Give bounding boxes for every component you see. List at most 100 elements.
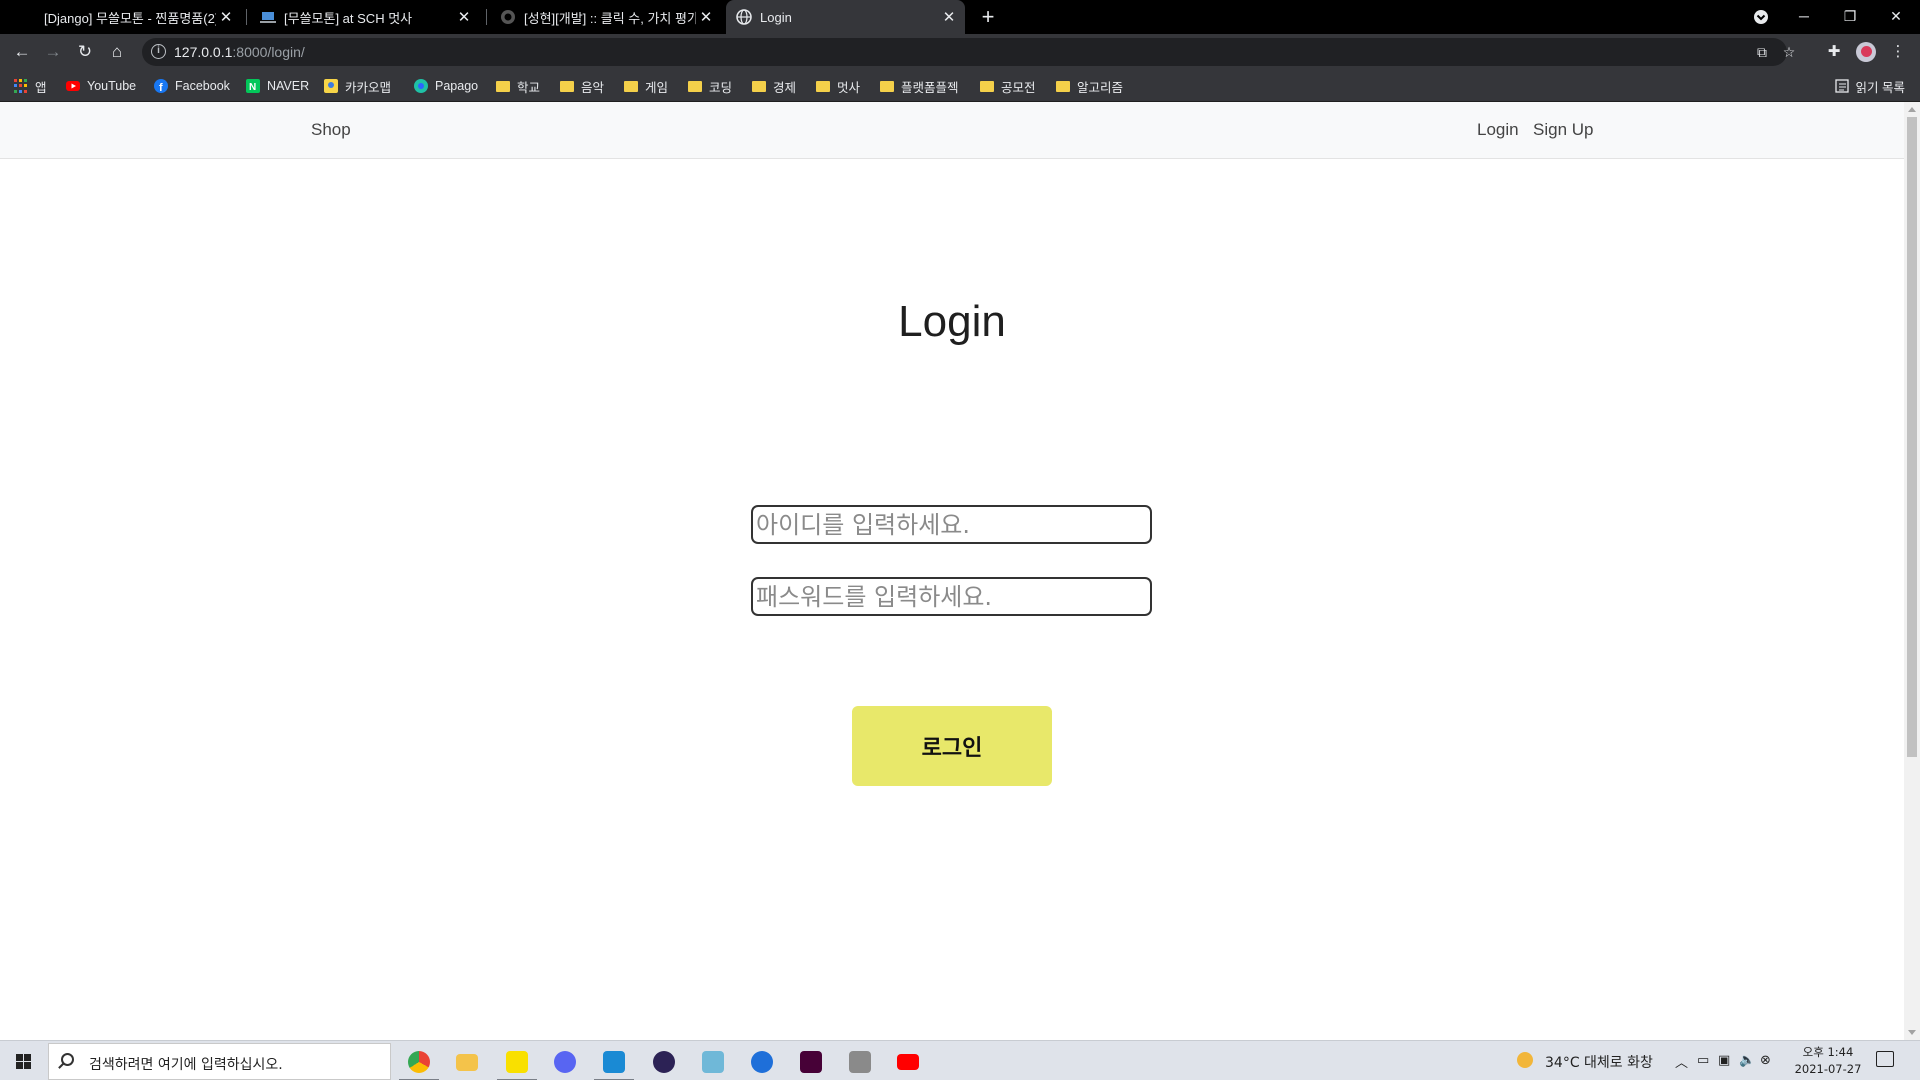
bookmark-label: 게임 — [645, 80, 669, 95]
close-tab-icon[interactable]: ✕ — [696, 8, 716, 26]
vertical-scrollbar[interactable] — [1904, 102, 1920, 1040]
no-connection-icon[interactable]: ⊗ — [1760, 1052, 1771, 1068]
bookmark-folder[interactable]: 경제 — [752, 70, 796, 102]
translate-icon[interactable]: ⧉ — [1753, 43, 1771, 61]
battery-icon[interactable]: ▭ — [1697, 1052, 1709, 1068]
bookmark-label: 공모전 — [1001, 80, 1036, 95]
close-tab-icon[interactable]: ✕ — [454, 8, 474, 26]
bookmark-folder[interactable]: 음악 — [560, 70, 604, 102]
url-text[interactable]: 127.0.0.1:8000/login/ — [174, 44, 305, 60]
notification-center-icon[interactable] — [1876, 1051, 1894, 1067]
taskbar-app-kakaotalk[interactable] — [493, 1041, 541, 1080]
bookmark-star-icon[interactable]: ☆ — [1780, 43, 1798, 61]
vscode-icon — [603, 1051, 625, 1073]
weather-sun-icon — [1517, 1052, 1533, 1068]
volume-icon[interactable]: 🔈 — [1739, 1052, 1755, 1068]
taskbar-app-explorer[interactable] — [443, 1041, 491, 1080]
taskbar-app-chrome[interactable] — [395, 1041, 443, 1080]
scroll-up-arrow-icon[interactable] — [1908, 107, 1916, 112]
nav-signup-link[interactable]: Sign Up — [1533, 120, 1593, 140]
folder-icon — [688, 81, 702, 92]
taskbar-app-youtube[interactable] — [884, 1041, 932, 1080]
weather-widget[interactable]: 34°C 대체로 화창 — [1545, 1052, 1653, 1072]
bookmark-folder[interactable]: 학교 — [496, 70, 540, 102]
browser-tab-strip: [Django] 무쓸모톤 - 찐품명품(2) ✕ [무쓸모톤] at SCH … — [0, 0, 1920, 34]
bookmark-papago[interactable]: Papago — [414, 70, 478, 102]
network-icon[interactable]: ▣ — [1718, 1052, 1730, 1068]
taskbar-search-box[interactable]: 검색하려면 여기에 입력하십시오. — [48, 1043, 391, 1080]
restore-window-button[interactable]: ❐ — [1827, 0, 1873, 34]
taskbar-app-eclipse[interactable] — [640, 1041, 688, 1080]
reload-button[interactable]: ↻ — [73, 40, 97, 64]
close-window-button[interactable]: ✕ — [1873, 0, 1919, 34]
bookmark-youtube[interactable]: YouTube — [66, 70, 136, 102]
bookmark-kakaomap[interactable]: 카카오맵 — [324, 70, 391, 102]
taskbar-app-unity[interactable] — [836, 1041, 884, 1080]
bookmark-folder[interactable]: 공모전 — [980, 70, 1036, 102]
papago-icon — [414, 79, 428, 93]
extensions-puzzle-icon[interactable]: ✚ — [1824, 42, 1844, 62]
show-hidden-icons-chevron-icon[interactable]: ︿ — [1675, 1052, 1688, 1071]
tab-search-button[interactable] — [1738, 0, 1784, 34]
tab-title: Login — [760, 9, 792, 25]
site-info-icon[interactable]: i — [151, 44, 166, 59]
taskbar-app-vscode[interactable] — [590, 1041, 638, 1080]
chrome-menu-icon[interactable]: ⋮ — [1888, 42, 1908, 62]
bookmark-naver[interactable]: N NAVER — [246, 70, 309, 102]
bookmark-folder[interactable]: 플랫폼플젝 — [880, 70, 959, 102]
bookmark-facebook[interactable]: f Facebook — [154, 70, 230, 102]
url-host: 127.0.0.1 — [174, 44, 233, 60]
kakaotalk-icon — [506, 1051, 528, 1073]
folder-icon — [1056, 81, 1070, 92]
nav-login-link[interactable]: Login — [1477, 120, 1519, 140]
close-tab-icon[interactable]: ✕ — [216, 8, 236, 26]
reading-list-button[interactable]: 읽기 목록 — [1834, 70, 1905, 102]
svg-text:f: f — [159, 82, 163, 93]
browser-tab-active[interactable]: Login ✕ — [726, 0, 965, 34]
bookmark-folder[interactable]: 알고리즘 — [1056, 70, 1123, 102]
bookmark-folder[interactable]: 멋사 — [816, 70, 860, 102]
taskbar-app-maps[interactable] — [738, 1041, 786, 1080]
taskbar-app-xd[interactable] — [787, 1041, 835, 1080]
bookmark-label: 경제 — [773, 80, 797, 95]
facebook-icon: f — [154, 79, 168, 94]
home-button[interactable]: ⌂ — [105, 40, 129, 64]
login-submit-button[interactable]: 로그인 — [852, 706, 1052, 786]
username-input[interactable] — [751, 505, 1152, 544]
password-input[interactable] — [751, 577, 1152, 616]
browser-tab[interactable]: [무쓸모톤] at SCH 멋사 ✕ — [250, 0, 480, 34]
globe-icon — [736, 9, 752, 25]
start-button[interactable] — [0, 1041, 46, 1080]
close-tab-icon[interactable]: ✕ — [939, 8, 959, 26]
browser-tab[interactable]: [Django] 무쓸모톤 - 찐품명품(2) ✕ — [30, 0, 242, 34]
brand-link[interactable]: Shop — [311, 120, 351, 140]
scrollbar-thumb[interactable] — [1907, 117, 1917, 757]
browser-toolbar: ← → ↻ ⌂ i 127.0.0.1:8000/login/ ⧉ ☆ ✚ ⋮ — [0, 34, 1920, 70]
windows-logo-icon — [16, 1054, 31, 1069]
browser-tab[interactable]: [성현][개발] :: 클릭 수, 가치 평가 ✕ — [490, 0, 722, 34]
scroll-down-arrow-icon[interactable] — [1908, 1030, 1916, 1035]
bookmark-label: NAVER — [267, 79, 310, 93]
back-button[interactable]: ← — [10, 40, 34, 64]
taskbar-clock[interactable]: 오후 1:44 2021-07-27 — [1788, 1044, 1868, 1078]
forward-button[interactable]: → — [41, 40, 65, 64]
bookmark-label: 앱 — [35, 80, 47, 95]
taskbar-app-notepad[interactable] — [689, 1041, 737, 1080]
url-path: :8000/login/ — [232, 44, 305, 60]
address-bar[interactable]: i 127.0.0.1:8000/login/ ⧉ ☆ — [142, 38, 1795, 66]
eclipse-icon — [653, 1051, 675, 1073]
bookmark-label: YouTube — [87, 79, 137, 93]
bookmark-label: 알고리즘 — [1077, 80, 1124, 95]
windows-taskbar: 검색하려면 여기에 입력하십시오. 34°C 대체로 화창 ︿ ▭ ▣ 🔈 ⊗ … — [0, 1040, 1920, 1080]
bookmark-folder[interactable]: 코딩 — [688, 70, 732, 102]
bookmark-label: 카카오맵 — [345, 80, 392, 95]
tab-divider — [246, 9, 247, 25]
taskbar-app-discord[interactable] — [541, 1041, 589, 1080]
minimize-window-button[interactable]: ─ — [1781, 0, 1827, 34]
bookmark-apps[interactable]: 앱 — [14, 70, 47, 102]
new-tab-button[interactable]: + — [976, 4, 1000, 30]
file-explorer-icon — [456, 1054, 478, 1071]
folder-icon — [496, 81, 510, 92]
bookmark-folder[interactable]: 게임 — [624, 70, 668, 102]
profile-avatar[interactable] — [1856, 42, 1876, 62]
